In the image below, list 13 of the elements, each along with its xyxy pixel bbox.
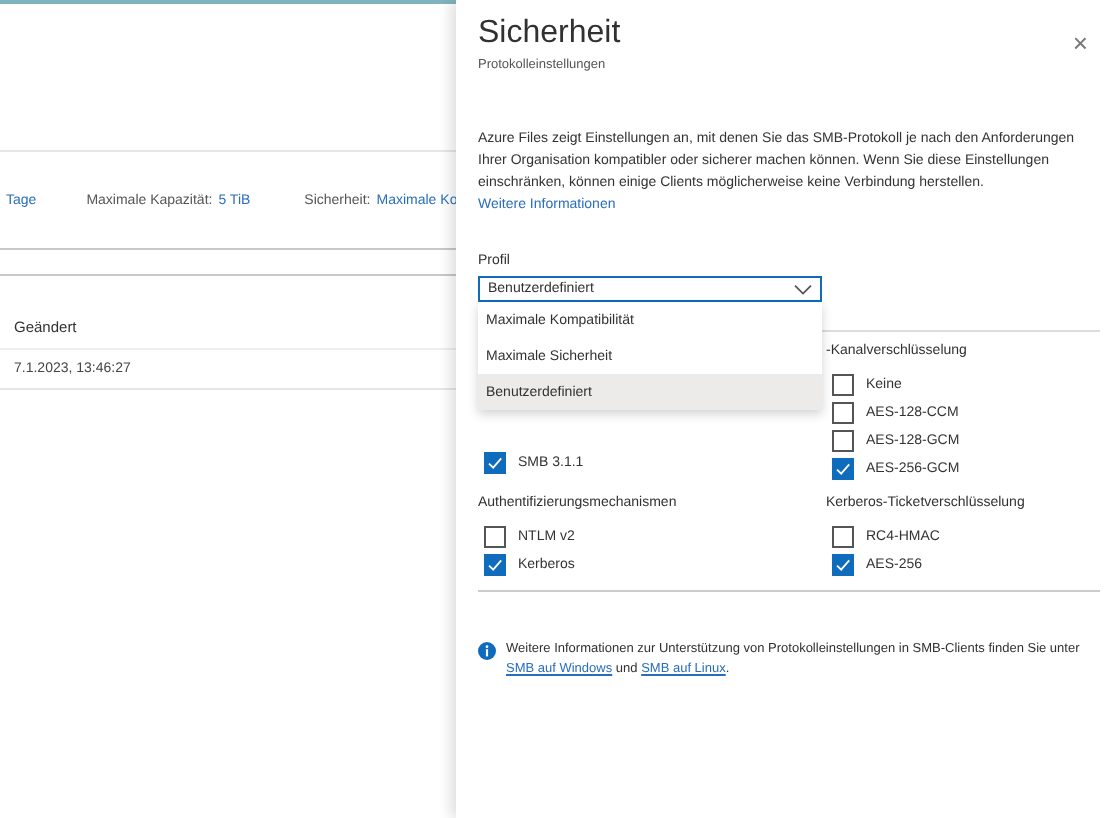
checkbox[interactable] bbox=[484, 451, 506, 473]
panel-title: Sicherheit bbox=[478, 16, 621, 52]
chevron-down-icon bbox=[794, 283, 812, 295]
checkbox[interactable] bbox=[832, 401, 854, 423]
info-icon bbox=[478, 642, 496, 660]
checkbox[interactable] bbox=[832, 373, 854, 395]
checkbox[interactable] bbox=[832, 553, 854, 575]
checkbox[interactable] bbox=[484, 525, 506, 547]
close-button[interactable]: × bbox=[1060, 24, 1100, 60]
checkbox[interactable] bbox=[832, 525, 854, 547]
checkbox[interactable] bbox=[484, 553, 506, 575]
checkbox[interactable] bbox=[832, 429, 854, 451]
checkbox[interactable] bbox=[832, 457, 854, 479]
